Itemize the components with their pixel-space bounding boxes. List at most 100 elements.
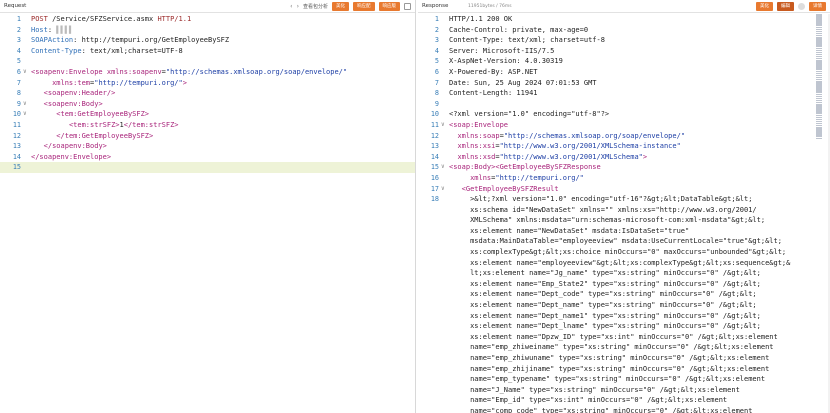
line-text: xmlns:tem="http://tempuri.org/"> — [31, 78, 187, 89]
expand-icon[interactable] — [404, 2, 411, 10]
code-line[interactable]: xs:element name="employeeview"&gt;&lt;xs… — [418, 258, 830, 269]
code-line[interactable]: 15 ∨ <soap:Body><GetEmployeeBySFZResponse — [418, 162, 830, 173]
request-tool-label[interactable]: 查看包分析 — [303, 3, 328, 10]
line-text: name="emp_typename" type="xs:string" min… — [449, 374, 765, 385]
code-line[interactable]: 10 <?xml version="1.0" encoding="utf-8"?> — [418, 109, 830, 120]
code-line[interactable]: 11 ∨ <soap:Envelope — [418, 120, 830, 131]
code-line[interactable]: 10 ∨ <tem:GetEmployeeBySFZ> — [0, 109, 415, 120]
code-line[interactable]: name="J_Name" type="xs:string" minOccurs… — [418, 385, 830, 396]
code-line[interactable]: 3 SOAPAction: http://tempuri.org/GetEmplo… — [0, 35, 415, 46]
request-action-button-2[interactable]: 响应配 — [353, 1, 375, 11]
request-title: Request — [4, 3, 27, 9]
response-edit-button[interactable]: 编辑 — [777, 1, 794, 11]
code-line[interactable]: lt;xs:element name="Jg_name" type="xs:st… — [418, 268, 830, 279]
line-number: 9 — [434, 99, 439, 108]
code-line[interactable]: xs:element name="Dept_name1" type="xs:st… — [418, 311, 830, 322]
code-line[interactable]: 14 xmlns:xsd="http://www.w3.org/2001/XML… — [418, 152, 830, 163]
token: xmlns:soapenv — [106, 67, 162, 76]
code-line[interactable]: xs:element name="NewDataSet" msdata:IsDa… — [418, 226, 830, 237]
response-beautify-button[interactable]: 美化 — [756, 1, 773, 11]
code-line[interactable]: xs:element name="Dept_name" type="xs:str… — [418, 300, 830, 311]
code-line[interactable]: 9 ∨ <soapenv:Body> — [0, 99, 415, 110]
code-line[interactable]: 14 </soapenv:Envelope> — [0, 152, 415, 163]
code-line[interactable]: 2 Cache-Control: private, max-age=0 — [418, 25, 830, 36]
code-line[interactable]: 7 xmlns:tem="http://tempuri.org/"> — [0, 78, 415, 89]
code-line[interactable]: 16 xmlns="http://tempuri.org/" — [418, 173, 830, 184]
fold-chevron-icon[interactable]: ∨ — [23, 67, 27, 78]
line-text: </soapenv:Body> — [31, 141, 107, 152]
code-line[interactable]: 12 </tem:GetEmployeeBySFZ> — [0, 131, 415, 142]
code-line[interactable]: 8 Content-Length: 11941 — [418, 88, 830, 99]
token: Date: Sun, 25 Aug 2024 07:01:53 GMT — [449, 78, 597, 87]
code-line[interactable]: 8 <soapenv:Header/> — [0, 88, 415, 99]
line-text: xs:element name="NewDataSet" msdata:IsDa… — [449, 226, 689, 237]
code-line[interactable]: 12 xmlns:soap="http://schemas.xmlsoap.or… — [418, 131, 830, 142]
token: name="J_Name" type="xs:string" minOccurs… — [449, 385, 740, 394]
request-editor[interactable]: 1 POST /Service/SFZService.asmx HTTP/1.1 2… — [0, 14, 415, 413]
response-details-button[interactable]: 详情 — [809, 1, 826, 11]
token: "http://tempuri.org/" — [495, 173, 584, 182]
code-line[interactable]: 13 xmlns:xsi="http://www.w3.org/2001/XML… — [418, 141, 830, 152]
code-line[interactable]: name="Emp_id" type="xs:int" minOccurs="0… — [418, 395, 830, 406]
code-line[interactable]: 5 — [0, 56, 415, 67]
chevron-right-icon[interactable]: › — [297, 3, 299, 10]
line-text: >&lt;?xml version="1.0" encoding="utf-16… — [449, 194, 752, 205]
code-line[interactable]: name="emp_zhiwuname" type="xs:string" mi… — [418, 353, 830, 364]
code-line[interactable]: 1 POST /Service/SFZService.asmx HTTP/1.1 — [0, 14, 415, 25]
code-line[interactable]: 18 >&lt;?xml version="1.0" encoding="utf… — [418, 194, 830, 205]
code-line[interactable]: 7 Date: Sun, 25 Aug 2024 07:01:53 GMT — [418, 78, 830, 89]
line-number: 4 — [16, 46, 21, 55]
token: name="Emp_id" type="xs:int" minOccurs="0… — [449, 396, 728, 405]
fold-chevron-icon[interactable]: ∨ — [441, 184, 445, 195]
line-text: HTTP/1.1 200 OK — [449, 14, 512, 25]
code-line[interactable]: 6 ∨ <soapenv:Envelope xmlns:soapenv="http:… — [0, 67, 415, 78]
settings-icon[interactable] — [798, 2, 805, 10]
code-line[interactable]: XMLSchema" xmlns:msdata="urn:schemas-mic… — [418, 215, 830, 226]
code-line[interactable]: 4 Content-Type: text/xml;charset=UTF-8 — [0, 46, 415, 57]
code-line[interactable]: 3 Content-Type: text/xml; charset=utf-8 — [418, 35, 830, 46]
code-line[interactable]: name="emp_zhiweiname" type="xs:string" m… — [418, 342, 830, 353]
token: "http://schemas.xmlsoap.org/soap/envelop… — [503, 131, 686, 140]
code-line[interactable]: 11 <tem:strSFZ>1</tem:strSFZ> — [0, 120, 415, 131]
line-number: 5 — [16, 57, 21, 66]
code-line[interactable]: name="comp_code" type="xs:string" minOcc… — [418, 406, 830, 413]
code-line[interactable]: 17 ∨ <GetEmployeeBySFZResult — [418, 184, 830, 195]
code-line[interactable]: 2 Host: ▌▌▌▌ — [0, 25, 415, 36]
line-text: Content-Type: text/xml;charset=UTF-8 — [31, 46, 183, 57]
line-number: 3 — [434, 36, 439, 45]
fold-chevron-icon[interactable]: ∨ — [441, 120, 445, 131]
code-line[interactable]: 15 — [0, 162, 415, 173]
token: xs:element name="employeeview"&gt;&lt;xs… — [449, 258, 791, 267]
response-editor[interactable]: 1 HTTP/1.1 200 OK 2 Cache-Control: private,… — [418, 14, 830, 413]
code-line[interactable]: msdata:MainDataTable="employeeview" msda… — [418, 236, 830, 247]
fold-chevron-icon[interactable]: ∨ — [441, 162, 445, 173]
code-line[interactable]: xs:element name="Dept_code" type="xs:str… — [418, 289, 830, 300]
fold-chevron-icon[interactable]: ∨ — [23, 109, 27, 120]
code-line[interactable]: xs:element name="Dept_lname" type="xs:st… — [418, 321, 830, 332]
token: </soapenv:Envelope> — [31, 152, 112, 161]
request-beautify-button[interactable]: 美化 — [332, 1, 349, 11]
token: <soapenv:Body> — [43, 99, 103, 108]
token: <soapenv:Envelope — [31, 67, 103, 76]
line-text: xs:element name="Emp_State2" type="xs:st… — [449, 279, 761, 290]
token: POST — [31, 15, 48, 23]
code-line[interactable]: name="emp_typename" type="xs:string" min… — [418, 374, 830, 385]
code-line[interactable]: 9 — [418, 99, 830, 110]
code-line[interactable]: 6 X-Powered-By: ASP.NET — [418, 67, 830, 78]
token: xs:element name="Dept_code" type="xs:str… — [449, 290, 757, 299]
code-line[interactable]: 4 Server: Microsoft-IIS/7.5 — [418, 46, 830, 57]
code-line[interactable]: xs:schema id="NewDataSet" xmlns="" xmlns… — [418, 205, 830, 216]
fold-chevron-icon[interactable]: ∨ — [23, 99, 27, 110]
token: name="emp_zhiweiname" type="xs:string" m… — [449, 343, 774, 352]
code-line[interactable]: 1 HTTP/1.1 200 OK — [418, 14, 830, 25]
code-line[interactable]: xs:element name="Dpzw_ID" type="xs:int" … — [418, 332, 830, 343]
code-line[interactable]: 13 </soapenv:Body> — [0, 141, 415, 152]
code-line[interactable]: xs:complexType&gt;&lt;xs:choice minOccur… — [418, 247, 830, 258]
chevron-left-icon[interactable]: ‹ — [290, 3, 292, 10]
code-line[interactable]: 5 X-AspNet-Version: 4.0.30319 — [418, 56, 830, 67]
token: xmlns — [470, 173, 492, 182]
line-number: 12 — [430, 131, 439, 140]
code-line[interactable]: xs:element name="Emp_State2" type="xs:st… — [418, 279, 830, 290]
request-action-button-3[interactable]: 响应版 — [378, 1, 400, 11]
code-line[interactable]: name="emp_zhijiname" type="xs:string" mi… — [418, 364, 830, 375]
